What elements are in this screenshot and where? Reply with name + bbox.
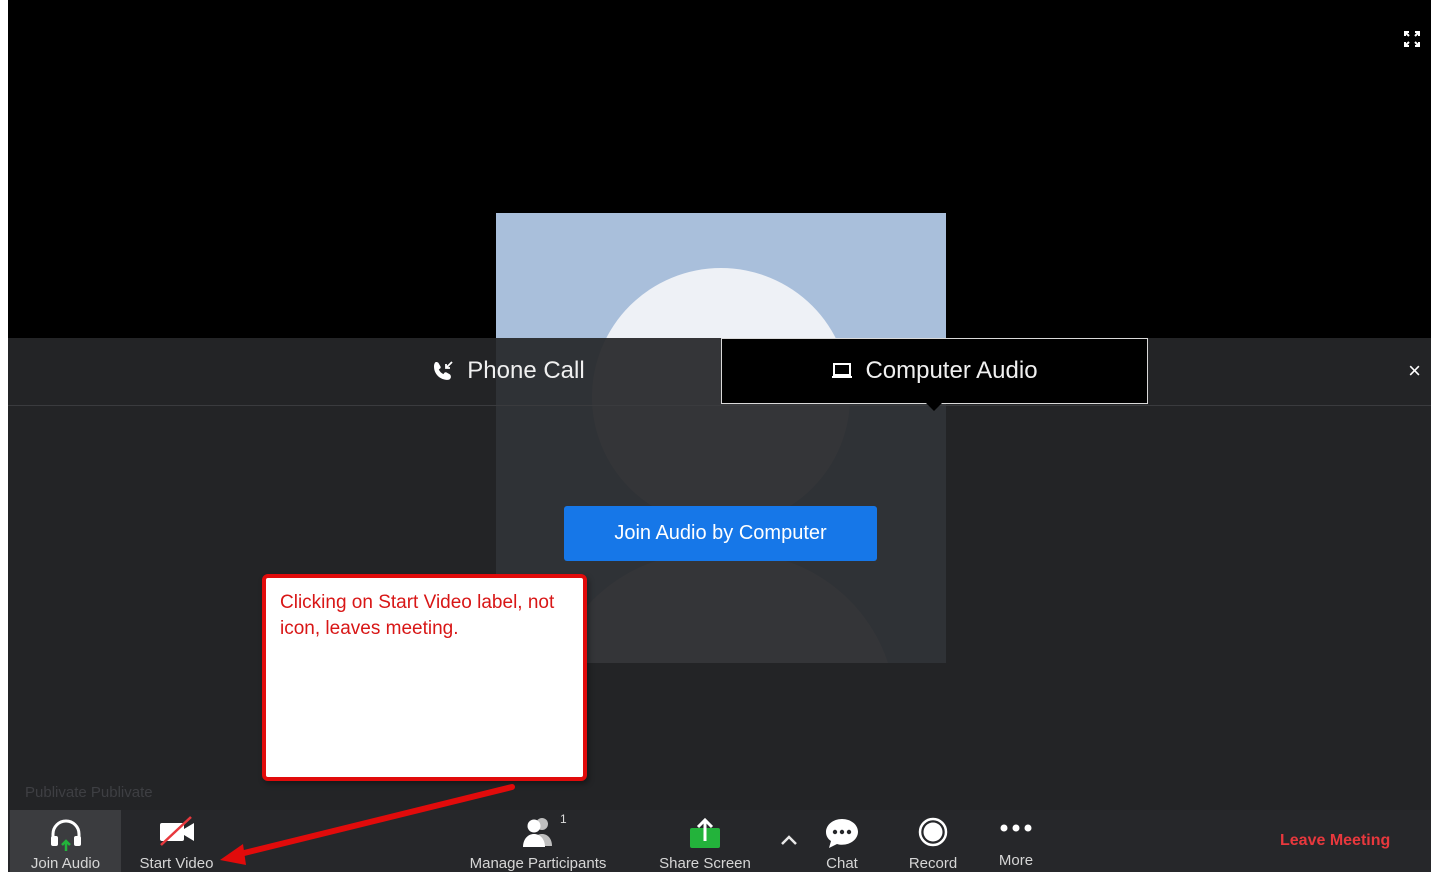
share-options-caret[interactable]	[776, 810, 802, 872]
record-button[interactable]: Record	[900, 810, 966, 872]
tab-computer-audio[interactable]: Computer Audio	[721, 338, 1148, 411]
tab-phone-call-label: Phone Call	[467, 357, 585, 384]
share-screen-button[interactable]: Share Screen	[650, 810, 760, 872]
join-audio-label: Join Audio	[30, 855, 101, 872]
audio-tabs: Phone Call Computer Audio ×	[8, 338, 1431, 411]
chat-label: Chat	[826, 855, 858, 872]
participant-name-label: Publivate Publivate	[25, 784, 153, 801]
join-audio-button[interactable]: Join Audio	[10, 810, 121, 872]
participants-count-badge: 1	[560, 812, 567, 826]
headphones-icon	[50, 819, 81, 851]
start-video-label[interactable]: Start Video	[127, 855, 226, 872]
fullscreen-icon[interactable]	[1403, 30, 1421, 48]
leave-meeting-button[interactable]: Leave Meeting	[1280, 832, 1390, 850]
more-label: More	[998, 852, 1034, 869]
join-audio-panel: Phone Call Computer Audio × Join Audio b…	[8, 338, 1431, 810]
meeting-toolbar: Join Audio Start Video 1 Manage Particip…	[8, 810, 1431, 872]
meeting-stage: Phone Call Computer Audio × Join Audio b…	[8, 0, 1431, 872]
participants-icon	[523, 818, 552, 847]
chat-icon	[826, 819, 858, 848]
record-icon	[918, 817, 948, 847]
annotation-text: Clicking on Start Video label, not icon,…	[280, 592, 555, 639]
chevron-up-icon	[781, 835, 797, 845]
video-off-icon	[159, 816, 194, 846]
join-audio-by-computer-button[interactable]: Join Audio by Computer	[564, 506, 877, 561]
close-icon[interactable]: ×	[1408, 360, 1421, 382]
more-icon	[1000, 824, 1032, 832]
start-video-button[interactable]: Start Video	[127, 810, 226, 872]
more-button[interactable]: More	[988, 810, 1044, 872]
manage-participants-button[interactable]: 1 Manage Participants	[458, 810, 618, 872]
tab-computer-audio-label: Computer Audio	[865, 357, 1038, 384]
manage-participants-label: Manage Participants	[469, 855, 607, 872]
share-screen-icon	[690, 817, 720, 848]
record-label: Record	[908, 855, 958, 872]
share-screen-label: Share Screen	[659, 855, 751, 872]
tab-phone-call[interactable]: Phone Call	[388, 338, 628, 404]
chat-button[interactable]: Chat	[816, 810, 868, 872]
annotation-callout: Clicking on Start Video label, not icon,…	[262, 574, 587, 781]
phone-call-icon	[434, 361, 453, 380]
laptop-icon	[832, 363, 853, 378]
